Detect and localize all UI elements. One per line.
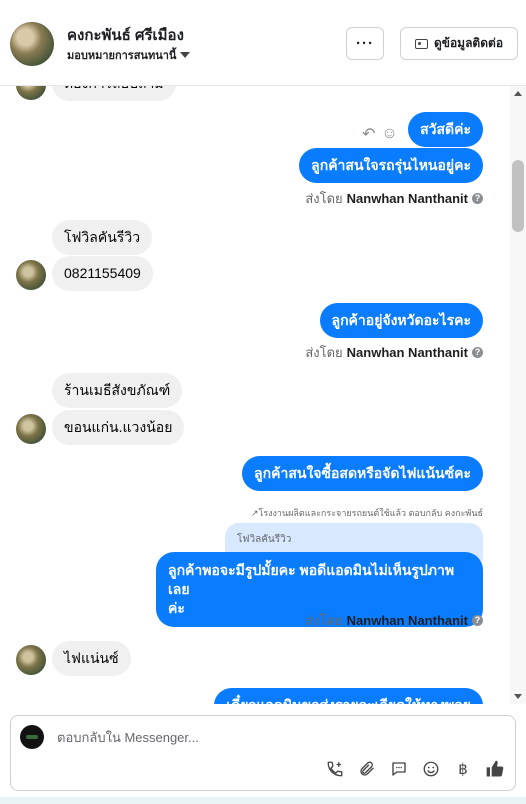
contact-mini-avatar	[16, 414, 46, 444]
scrollbar-thumb[interactable]	[512, 160, 524, 232]
info-icon[interactable]: ?	[472, 615, 483, 626]
emoji-icon[interactable]	[421, 759, 441, 779]
scroll-up-arrow-icon[interactable]	[514, 91, 522, 96]
sender-name: Nanwhan Nanthanit	[346, 191, 468, 206]
info-icon[interactable]: ?	[472, 193, 483, 204]
sender-name: Nanwhan Nanthanit	[346, 345, 468, 360]
message-incoming: ร้านเมธีสังขภัณฑ์	[52, 373, 183, 408]
info-icon[interactable]: ?	[472, 347, 483, 358]
view-contact-button[interactable]: ดูข้อมูลติดต่อ	[400, 27, 518, 60]
message-composer: ฿	[10, 715, 516, 791]
contact-name[interactable]: คงกะพันธ์ ศรีเมือง	[67, 23, 184, 47]
sent-by-prefix: ส่งโดย	[305, 345, 343, 360]
message-text-line: ค่ะ	[168, 600, 185, 616]
message-thread[interactable]: ต้องการสอบถาม ↶ ☺ สวัสดีค่ะ ลูกค้าสนใจรถ…	[0, 86, 510, 704]
reply-input[interactable]	[55, 729, 499, 746]
call-add-icon[interactable]	[325, 759, 345, 779]
baht-icon[interactable]: ฿	[453, 759, 473, 779]
sent-by-label: ส่งโดย Nanwhan Nanthanit ?	[305, 188, 483, 209]
message-incoming: ไฟแน่นซ์	[52, 641, 131, 676]
thumbs-up-icon[interactable]	[485, 759, 505, 779]
message-outgoing: ลูกค้าอยู่จังหวัดอะไรคะ	[319, 303, 483, 338]
contact-mini-avatar	[16, 86, 46, 100]
message-outgoing: ลูกค้าสนใจซื้อสดหรือจัดไฟแน้นซ์คะ	[242, 456, 483, 491]
more-options-button[interactable]: ···	[346, 27, 384, 60]
reply-context: ↗โรงงานผลิตและกระจายรถยนต์ใช้แล้ว ตอบกลั…	[250, 508, 483, 518]
message-incoming: 0821155409	[52, 256, 153, 291]
scroll-down-arrow-icon[interactable]	[514, 694, 522, 699]
bottom-strip	[0, 797, 526, 804]
paperclip-icon[interactable]	[357, 759, 377, 779]
message-incoming: ขอนแก่น.แวงน้อย	[52, 410, 185, 445]
reply-icon[interactable]: ↶	[362, 124, 375, 144]
sent-by-label: ส่งโดย Nanwhan Nanthanit ?	[305, 342, 483, 363]
message-outgoing: เดี๋ยวแอดมินขอส่งรายละเอียดให้ทางพอย	[214, 688, 483, 704]
scrollbar[interactable]	[510, 86, 526, 704]
message-incoming: ต้องการสอบถาม	[52, 86, 176, 101]
contact-card-icon	[414, 38, 428, 49]
message-outgoing: สวัสดีค่ะ	[408, 112, 483, 147]
sent-by-label: ส่งโดย Nanwhan Nanthanit ?	[305, 610, 483, 631]
conversation-header: คงกะพันธ์ ศรีเมือง มอบหมายการสนทนานี้ ··…	[0, 0, 526, 86]
contact-avatar[interactable]	[10, 22, 54, 66]
sent-by-prefix: ส่งโดย	[305, 613, 343, 628]
contact-mini-avatar	[16, 645, 46, 675]
sender-name: Nanwhan Nanthanit	[346, 613, 468, 628]
sent-by-prefix: ส่งโดย	[305, 191, 343, 206]
view-contact-label: ดูข้อมูลติดต่อ	[433, 36, 504, 50]
caret-down-icon	[180, 52, 191, 58]
message-text-line: ลูกค้าพอจะมีรูปมั้ยคะ พอดีแอดมินไม่เห็นร…	[168, 562, 455, 597]
message-actions: ↶ ☺	[362, 124, 398, 144]
assign-label: มอบหมายการสนทนานี้	[67, 50, 177, 62]
page-avatar	[20, 725, 44, 749]
smile-icon[interactable]: ☺	[381, 125, 397, 143]
assign-conversation-dropdown[interactable]: มอบหมายการสนทนานี้	[67, 46, 191, 64]
contact-mini-avatar	[16, 260, 46, 290]
message-incoming: โฟวิลคันรีวิว	[52, 220, 153, 255]
saved-reply-icon[interactable]	[389, 759, 409, 779]
message-outgoing: ลูกค้าสนใจรถรุ่นไหนอยู่คะ	[299, 148, 483, 183]
composer-toolbar: ฿	[325, 759, 505, 779]
